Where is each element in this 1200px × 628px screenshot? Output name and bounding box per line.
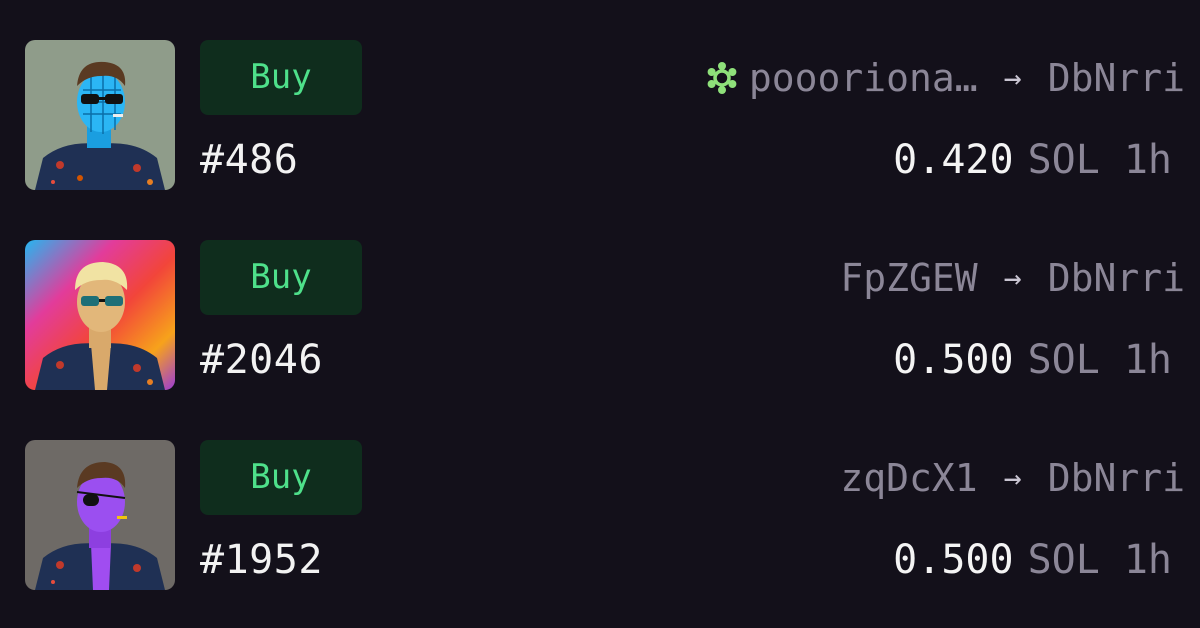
activity-row: Buy #486 poooriona… → DbNrri 0.420 SOL 1… [0, 40, 1200, 190]
time-ago: 1h [1123, 337, 1172, 383]
activity-row: Buy #1952 zqDcX1 → DbNrri 0.500 SOL 1h [0, 440, 1200, 590]
price-line: 0.420 SOL 1h [893, 136, 1172, 184]
arrow-right-icon: → [1003, 60, 1022, 96]
token-id: #2046 [200, 337, 323, 383]
transfer-route: poooriona… → DbNrri [705, 54, 1185, 102]
nft-avatar-image [25, 240, 175, 390]
arrow-right-icon: → [1003, 260, 1022, 296]
arrow-right-icon: → [1003, 460, 1022, 496]
time-ago: 1h [1123, 137, 1172, 183]
buy-button[interactable]: Buy [200, 240, 362, 315]
price-amount: 0.500 [893, 337, 1014, 383]
activity-row: Buy #2046 FpZGEW → DbNrri 0.500 SOL 1h [0, 240, 1200, 390]
price-amount: 0.500 [893, 537, 1014, 583]
price-currency: SOL [1027, 337, 1100, 383]
nft-avatar-image [25, 440, 175, 590]
nft-thumbnail[interactable] [25, 440, 175, 590]
price-amount: 0.420 [893, 137, 1014, 183]
transfer-route: FpZGEW → DbNrri [838, 254, 1185, 302]
token-id: #1952 [200, 537, 323, 583]
buy-button[interactable]: Buy [200, 40, 362, 115]
from-address-link[interactable]: poooriona… [749, 56, 978, 100]
price-currency: SOL [1027, 137, 1100, 183]
from-address-link[interactable]: zqDcX1 [840, 456, 977, 500]
activity-list: Buy #486 poooriona… → DbNrri 0.420 SOL 1… [0, 0, 1200, 628]
price-line: 0.500 SOL 1h [893, 536, 1172, 584]
gear-badge-icon [705, 61, 739, 95]
price-line: 0.500 SOL 1h [893, 336, 1172, 384]
to-address-link[interactable]: DbNrri [1048, 256, 1185, 300]
to-address-link[interactable]: DbNrri [1048, 56, 1185, 100]
nft-thumbnail[interactable] [25, 40, 175, 190]
time-ago: 1h [1123, 537, 1172, 583]
nft-thumbnail[interactable] [25, 240, 175, 390]
to-address-link[interactable]: DbNrri [1048, 456, 1185, 500]
transfer-route: zqDcX1 → DbNrri [838, 454, 1185, 502]
price-currency: SOL [1027, 537, 1100, 583]
nft-avatar-image [25, 40, 175, 190]
from-address-link[interactable]: FpZGEW [840, 256, 977, 300]
token-id: #486 [200, 137, 299, 183]
buy-button[interactable]: Buy [200, 440, 362, 515]
